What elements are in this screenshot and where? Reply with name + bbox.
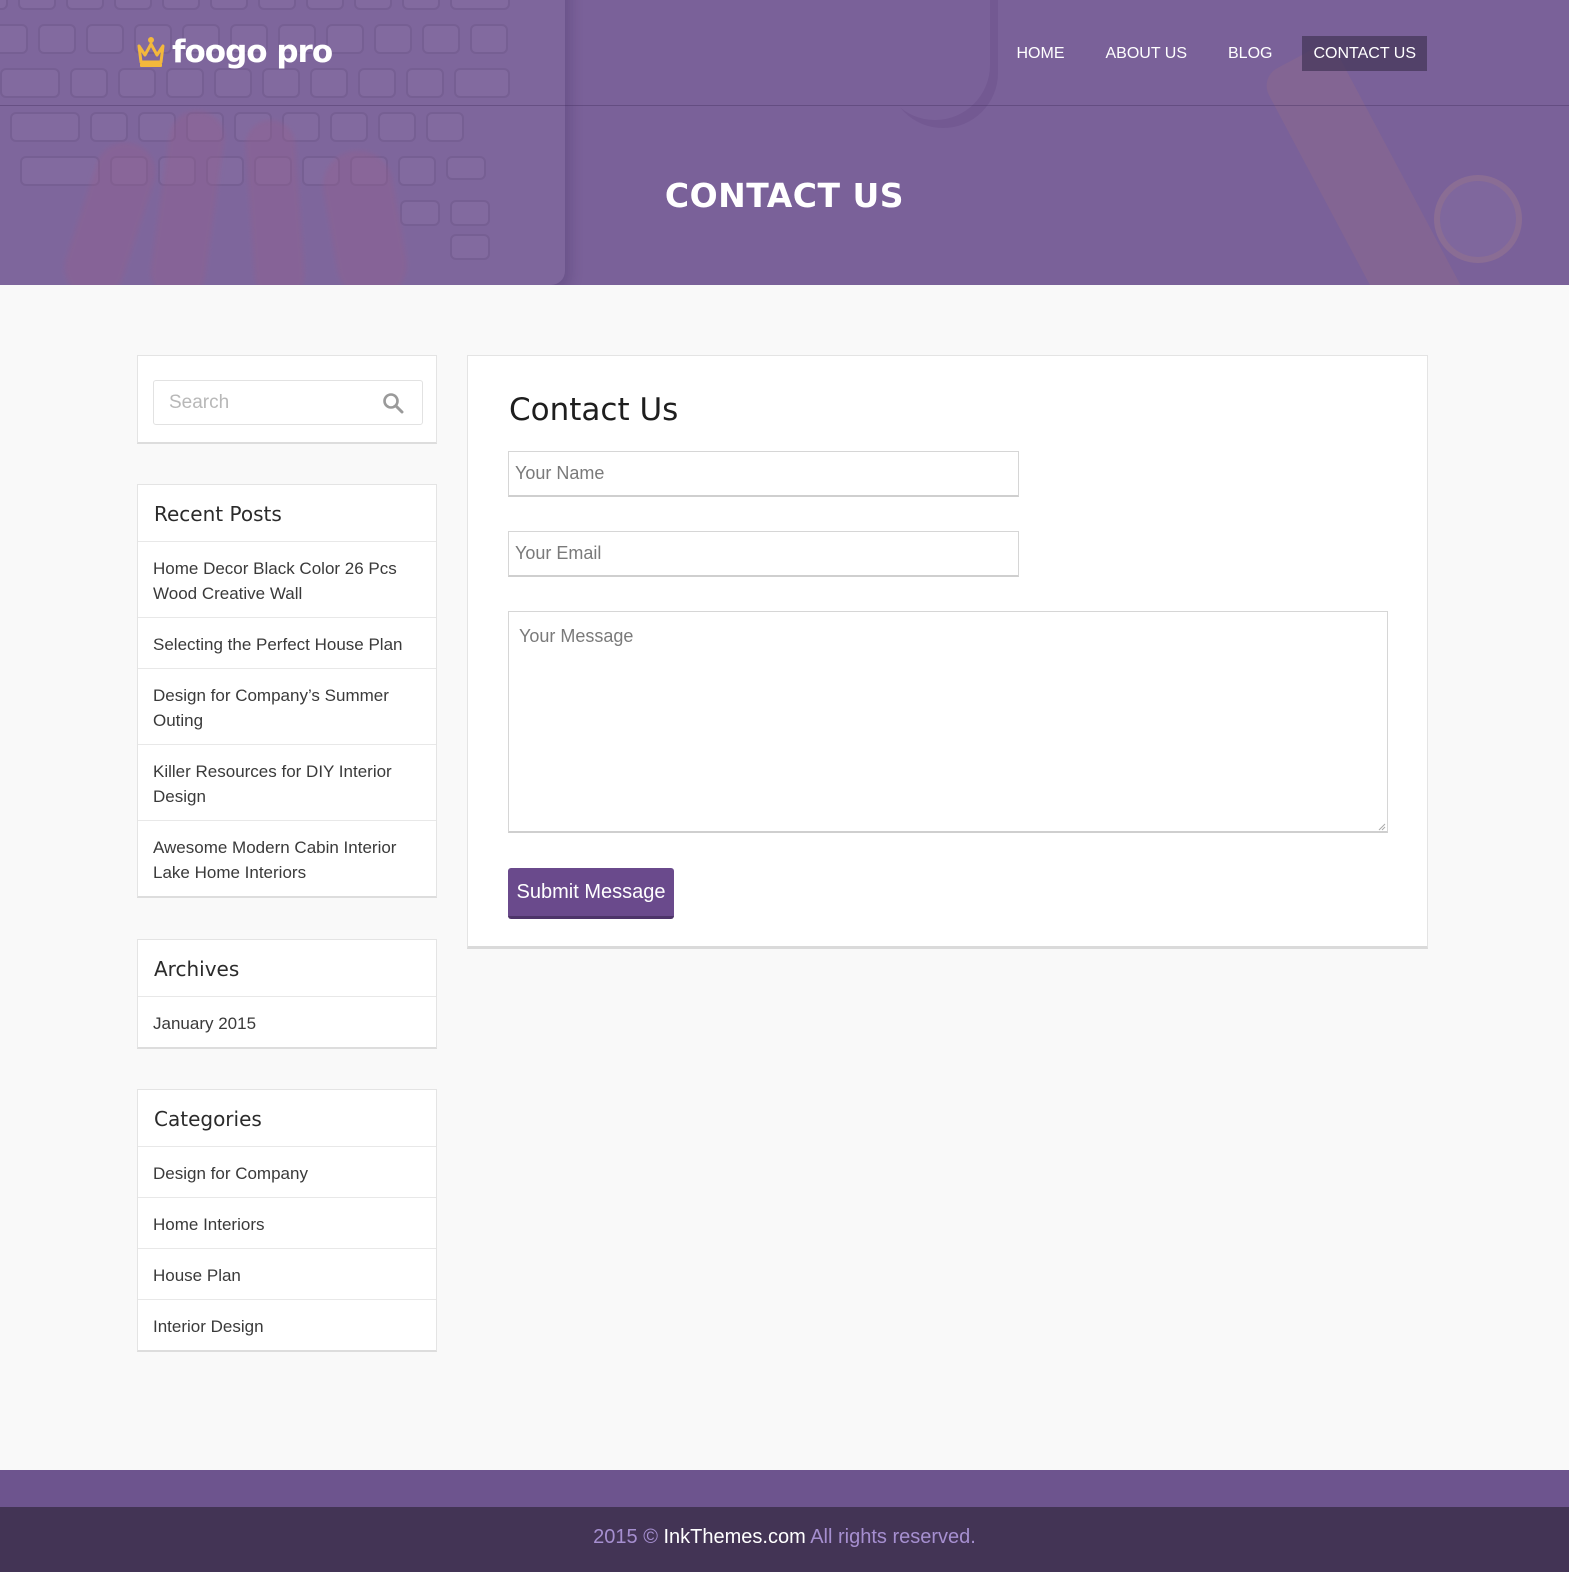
archives-widget: Archives January 2015 bbox=[137, 939, 437, 1049]
nav-blog[interactable]: BLOG bbox=[1217, 36, 1283, 71]
recent-post-link[interactable]: Selecting the Perfect House Plan bbox=[138, 618, 436, 669]
site-logo[interactable]: foogo pro bbox=[136, 34, 333, 70]
logo-text: foogo pro bbox=[172, 34, 333, 70]
crown-icon bbox=[137, 37, 165, 67]
archives-title: Archives bbox=[138, 940, 436, 997]
archives-list: January 2015 bbox=[138, 997, 436, 1047]
copyright-prefix: 2015 © bbox=[593, 1526, 664, 1548]
category-link[interactable]: Design for Company bbox=[138, 1147, 436, 1198]
hero-banner: foogo pro HOME ABOUT US BLOG CONTACT US … bbox=[0, 0, 1569, 285]
top-navbar: foogo pro HOME ABOUT US BLOG CONTACT US bbox=[0, 0, 1569, 106]
nav-contact-us[interactable]: CONTACT US bbox=[1302, 36, 1427, 71]
recent-post-link[interactable]: Home Decor Black Color 26 Pcs Wood Creat… bbox=[138, 542, 436, 618]
recent-posts-widget: Recent Posts Home Decor Black Color 26 P… bbox=[137, 484, 437, 898]
contact-form-title: Contact Us bbox=[509, 392, 679, 428]
name-field[interactable] bbox=[508, 451, 1019, 497]
recent-posts-list: Home Decor Black Color 26 Pcs Wood Creat… bbox=[138, 542, 436, 896]
footer-copyright: 2015 © InkThemes.com All rights reserved… bbox=[0, 1507, 1569, 1572]
recent-posts-title: Recent Posts bbox=[138, 485, 436, 542]
search-icon[interactable] bbox=[382, 392, 404, 414]
submit-message-button[interactable]: Submit Message bbox=[508, 868, 674, 919]
footer-brand-link[interactable]: InkThemes.com bbox=[664, 1526, 806, 1548]
category-link[interactable]: House Plan bbox=[138, 1249, 436, 1300]
categories-title: Categories bbox=[138, 1090, 436, 1147]
categories-list: Design for Company Home Interiors House … bbox=[138, 1147, 436, 1350]
recent-post-link[interactable]: Design for Company’s Summer Outing bbox=[138, 669, 436, 745]
footer-top-band bbox=[0, 1470, 1569, 1507]
nav-about-us[interactable]: ABOUT US bbox=[1095, 36, 1199, 71]
search-box bbox=[153, 380, 423, 425]
recent-post-link[interactable]: Killer Resources for DIY Interior Design bbox=[138, 745, 436, 821]
categories-widget: Categories Design for Company Home Inter… bbox=[137, 1089, 437, 1352]
main-navigation: HOME ABOUT US BLOG CONTACT US bbox=[987, 36, 1427, 71]
copyright-suffix: All rights reserved. bbox=[805, 1526, 976, 1548]
message-field[interactable] bbox=[508, 611, 1388, 833]
category-link[interactable]: Interior Design bbox=[138, 1300, 436, 1350]
search-widget bbox=[137, 355, 437, 444]
email-field[interactable] bbox=[508, 531, 1019, 577]
recent-post-link[interactable]: Awesome Modern Cabin Interior Lake Home … bbox=[138, 821, 436, 896]
contact-form-card: Contact Us Submit Message bbox=[467, 355, 1428, 949]
page-title: CONTACT US bbox=[664, 176, 905, 215]
category-link[interactable]: Home Interiors bbox=[138, 1198, 436, 1249]
resize-handle-icon[interactable] bbox=[1377, 822, 1386, 831]
nav-home[interactable]: HOME bbox=[1006, 36, 1076, 71]
archive-link[interactable]: January 2015 bbox=[138, 997, 436, 1047]
search-input[interactable] bbox=[154, 381, 374, 424]
